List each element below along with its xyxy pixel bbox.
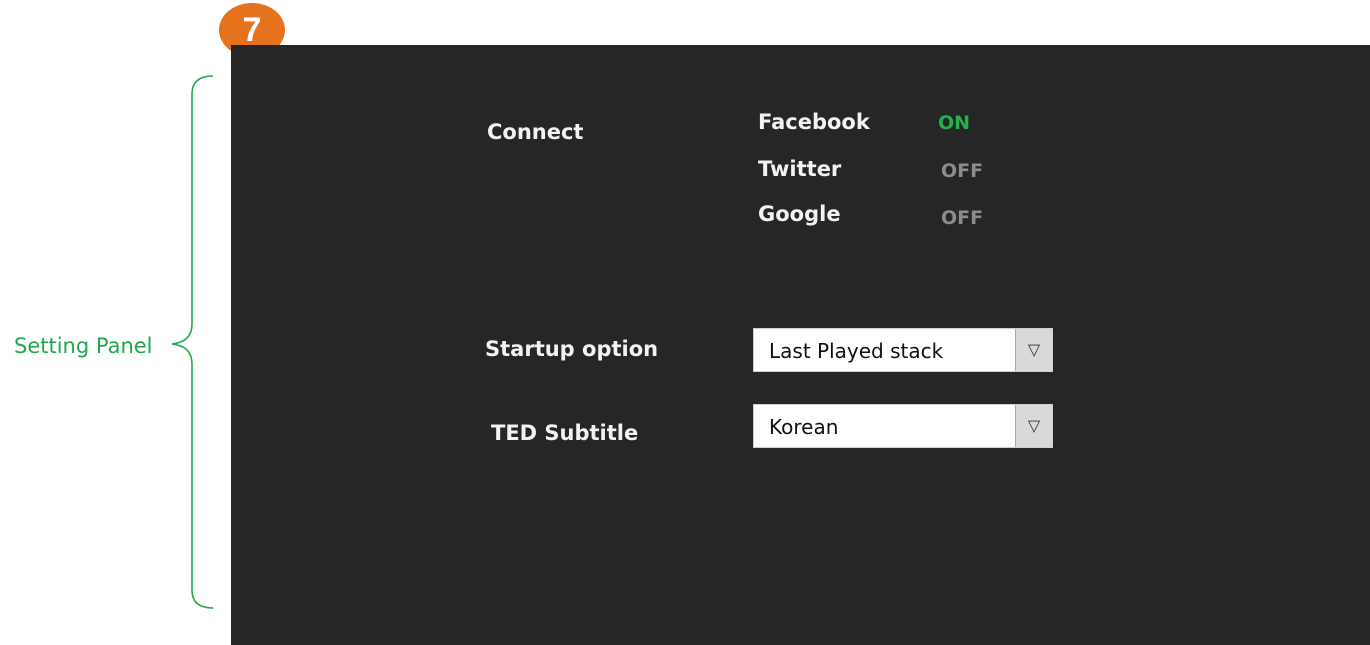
google-toggle[interactable]: OFF [941,207,983,229]
settings-panel: Connect Facebook ON Twitter OFF Google O… [231,45,1370,645]
startup-option-value: Last Played stack [769,339,944,363]
chevron-down-icon[interactable]: ▽ [1015,405,1052,447]
chevron-down-icon[interactable]: ▽ [1015,329,1052,371]
ted-subtitle-label: TED Subtitle [491,421,639,445]
startup-option-label: Startup option [485,337,659,361]
service-google-label: Google [758,202,841,226]
annotation-bracket [171,75,214,609]
startup-option-dropdown[interactable]: Last Played stack ▽ [753,328,1053,372]
facebook-toggle[interactable]: ON [938,112,970,134]
service-twitter-label: Twitter [758,157,842,181]
ted-subtitle-value: Korean [769,415,839,439]
twitter-toggle[interactable]: OFF [941,160,983,182]
service-facebook-label: Facebook [758,110,870,134]
setting-panel-annotation: Setting Panel [14,334,153,358]
connect-label: Connect [487,120,584,144]
ted-subtitle-dropdown[interactable]: Korean ▽ [753,404,1053,448]
